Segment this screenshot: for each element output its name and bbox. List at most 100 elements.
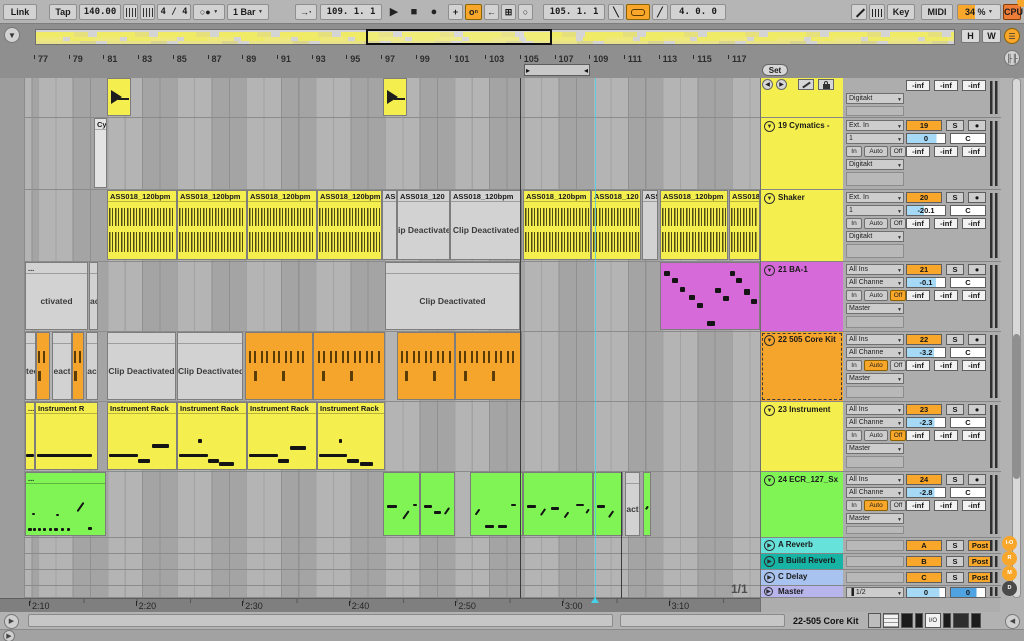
device-slot[interactable] [846,106,904,116]
volume-field[interactable]: -2.8 [906,487,946,498]
return-track-header[interactable]: ▶ C Delay C S Post [761,570,1001,586]
section-toggle-m[interactable]: M [1002,566,1017,581]
cpu-overload-indicator[interactable]: CPU [1003,4,1023,20]
fold-arrow-icon[interactable]: ▶ [764,556,775,567]
input-channel-chooser[interactable]: All Channe ▼ [846,487,904,498]
cue-volume-field[interactable]: 0 [950,587,986,598]
clip[interactable] [313,332,385,400]
send-c-field[interactable]: -inf [962,218,986,229]
master-track-header[interactable]: ▶ Master ▐ 1/2 ▼ 0 0 [761,586,1001,598]
output-chooser[interactable]: Master ▼ [846,443,904,454]
section-toggle-io[interactable]: I-O [1002,536,1017,551]
track-header[interactable]: ▼ 21 BA-1 All Ins ▼ All Channe ▼ In Auto Off Mast… [761,262,1001,332]
track-lane[interactable] [25,570,760,586]
track-header[interactable]: ▼ 22 505 Core Kit All Ins ▼ All Channe ▼ In Aut… [761,332,1001,402]
clip[interactable]: eact [52,332,72,400]
input-channel-chooser[interactable]: All Channe ▼ [846,277,904,288]
solo-button[interactable]: S [946,540,964,551]
key-map-button[interactable]: Key [887,4,915,20]
device-slot[interactable] [846,172,904,186]
automation-arm-button[interactable]: + [448,4,463,20]
clip[interactable]: Instrument Rack [177,402,247,470]
clip[interactable] [36,332,50,400]
hide-overview-chevron[interactable]: ▼ [4,27,20,43]
track-name-area[interactable]: ▼ 19 Cymatics - [761,118,843,189]
fold-arrow-icon[interactable]: ▼ [764,121,775,132]
pan-field[interactable]: C [950,205,986,216]
monitor-off-button[interactable]: Off [890,146,906,157]
monitor-auto-button[interactable]: Auto [864,360,888,371]
loop-length-display[interactable]: 4. 0. 0 [670,4,726,20]
output-chooser[interactable]: Master ▼ [846,513,904,524]
pan-field[interactable]: C [950,277,986,288]
arm-button[interactable]: ● [968,404,986,415]
solo-button[interactable]: S [946,264,964,275]
send-b-field[interactable]: -inf [934,500,958,511]
clip[interactable]: ... [25,472,106,536]
fold-arrow-icon[interactable]: ▼ [764,193,775,204]
punch-in-button[interactable]: ╲ [608,4,624,20]
track-lane[interactable]: ... act [25,472,760,538]
tap-tempo-button[interactable]: Tap [49,4,77,20]
track-lane[interactable] [25,538,760,554]
cpu-load-meter[interactable]: 34 % ▼ [957,4,1001,20]
arm-button[interactable]: ● [968,474,986,485]
volume-field[interactable]: -2.3 [906,417,946,428]
info-field-left[interactable] [28,614,613,627]
loop-brace[interactable]: ▸ ◂ [524,64,590,76]
midi-arrangement-overdub-button[interactable]: oⁿ [465,4,482,20]
return-number-activator[interactable]: A [906,540,942,551]
clip[interactable]: ASS018_120bpm [177,190,247,260]
output-chooser[interactable]: Digitakt ▼ [846,93,904,104]
send-b-field[interactable]: -inf [934,146,958,157]
fold-arrow-icon[interactable]: ▶ [764,540,775,551]
clip[interactable]: Instrument Rack [317,402,385,470]
clip[interactable] [72,332,84,400]
back-to-arrangement-button[interactable]: ← [484,4,499,20]
send-a-field[interactable]: -inf [906,218,930,229]
cue-out-chooser[interactable]: ▐ 1/2 ▼ [846,587,904,598]
return-io-slot[interactable] [846,556,904,567]
overview-viewport[interactable] [366,29,552,45]
track-lane[interactable]: ... ctivated ac Clip Deactivated [25,262,760,332]
clip[interactable]: ASS018_120bpm Clip Deactivated [450,190,522,260]
solo-button[interactable]: S [946,556,964,567]
send-b-field[interactable]: -inf [934,290,958,301]
fold-arrow-icon[interactable]: ▼ [764,265,775,276]
input-type-chooser[interactable]: All Ins ▼ [846,404,904,415]
punch-out-button[interactable]: ╱ [652,4,668,20]
track-lane[interactable] [25,586,760,598]
volume-field[interactable]: -3.2 [906,347,946,358]
monitor-off-button[interactable]: Off [890,360,906,371]
set-locator-button[interactable]: Set [762,64,788,76]
clip[interactable]: ASS018_120bpm [107,190,177,260]
device-slot[interactable] [846,386,904,398]
loop-end-marker[interactable]: ◂ [584,66,588,75]
input-channel-chooser[interactable]: 1 ▼ [846,133,904,144]
track-header[interactable]: ▼ 19 Cymatics - Ext. In ▼ 1 ▼ In Auto Off Digitak… [761,118,1001,190]
input-type-chooser[interactable]: All Ins ▼ [846,474,904,485]
return-number-activator[interactable]: C [906,572,942,583]
re-enable-automation-button[interactable]: ○ [518,4,533,20]
computer-midi-keyboard-button[interactable] [869,4,885,20]
send-a-field[interactable]: -inf [906,500,930,511]
clip[interactable]: ... ctivated [25,262,88,330]
loop-start-display[interactable]: 105. 1. 1 [543,4,605,20]
quantize-menu[interactable]: 1 Bar ▼ [227,4,269,20]
vertical-scrollbar[interactable] [1012,78,1021,598]
track-lane[interactable]: tec eact ac Clip DeactivatedClip Deactivate… [25,332,760,402]
track-number-activator[interactable]: 23 [906,404,942,415]
send-c-field[interactable]: -inf [962,500,986,511]
pan-field[interactable]: C [950,133,986,144]
clip[interactable]: ... [25,402,35,470]
track-lane[interactable]: ASS018_120bpm ASS018_120bpm ASS018_120bpm A… [25,190,760,262]
output-chooser[interactable]: Digitakt ▼ [846,159,904,170]
clip[interactable] [455,332,522,400]
send-c-field[interactable]: -inf [962,146,986,157]
clip[interactable] [383,78,407,116]
output-chooser[interactable]: Master ▼ [846,373,904,384]
send-a-field[interactable]: -inf [906,146,930,157]
clip[interactable] [593,472,623,536]
track-name-area[interactable]: ▼ Shaker [761,190,843,261]
detail-view-toggle-chevron[interactable]: ▶ [3,630,15,641]
